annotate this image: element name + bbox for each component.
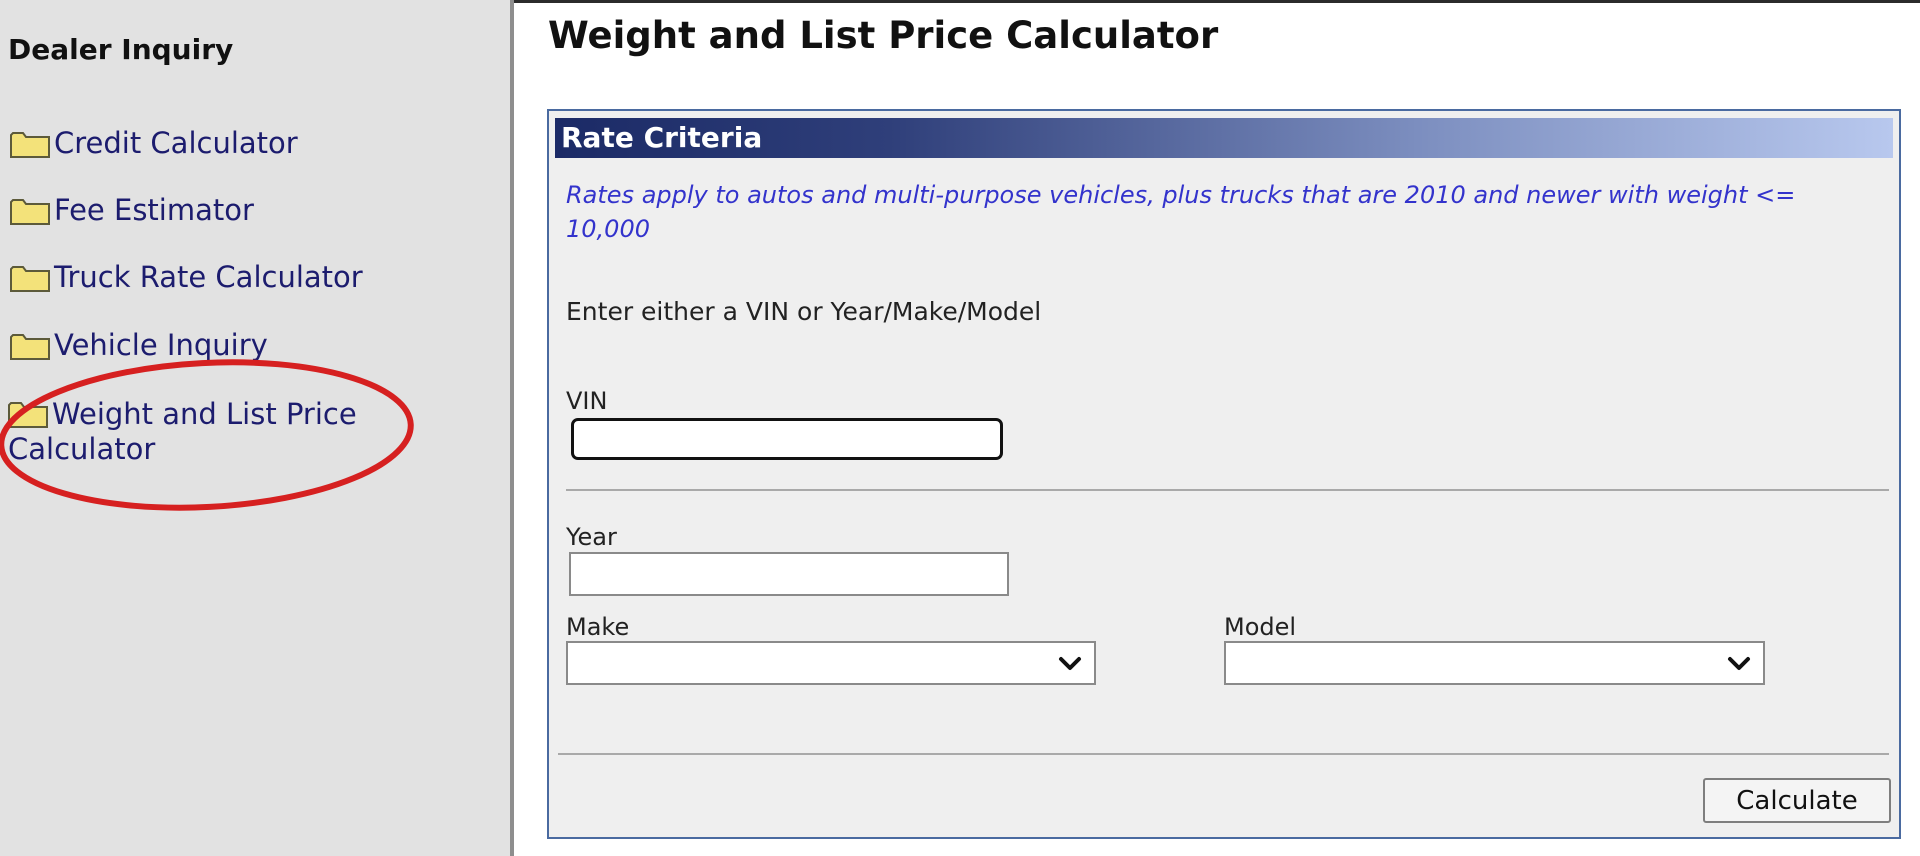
sidebar-item-label: Credit Calculator (54, 126, 298, 160)
panel-header: Rate Criteria (555, 118, 1893, 158)
model-select[interactable] (1224, 641, 1765, 685)
sidebar-item-weight-list-price-calculator[interactable]: Weight and List Price Calculator (8, 396, 428, 467)
sidebar-item-truck-rate-calculator[interactable]: Truck Rate Calculator (10, 260, 363, 294)
sidebar-item-label: Vehicle Inquiry (54, 328, 268, 362)
sidebar-item-credit-calculator[interactable]: Credit Calculator (10, 126, 298, 160)
folder-icon (8, 402, 48, 428)
page-title: Weight and List Price Calculator (548, 14, 1219, 57)
model-label: Model (1224, 613, 1297, 641)
make-label: Make (566, 613, 630, 641)
calculate-button[interactable]: Calculate (1703, 778, 1891, 823)
year-label: Year (566, 523, 617, 551)
divider (558, 753, 1889, 755)
rate-criteria-panel: Rate Criteria Rates apply to autos and m… (547, 109, 1901, 839)
sidebar-item-vehicle-inquiry[interactable]: Vehicle Inquiry (10, 328, 268, 362)
divider (566, 489, 1889, 491)
year-input[interactable] (569, 552, 1009, 596)
sidebar-title: Dealer Inquiry (8, 33, 234, 66)
sidebar-item-label: Truck Rate Calculator (54, 260, 363, 294)
instruction-text: Enter either a VIN or Year/Make/Model (566, 297, 1042, 326)
vin-input[interactable] (571, 418, 1003, 460)
sidebar-item-label: Fee Estimator (54, 193, 254, 227)
folder-icon (10, 266, 50, 292)
folder-icon (10, 132, 50, 158)
vin-label: VIN (566, 387, 608, 415)
folder-icon (10, 199, 50, 225)
folder-icon (10, 334, 50, 360)
sidebar-item-label: Weight and List Price Calculator (8, 397, 357, 466)
make-select[interactable] (566, 641, 1096, 685)
chevron-down-icon (1728, 657, 1750, 670)
sidebar-item-fee-estimator[interactable]: Fee Estimator (10, 193, 254, 227)
sidebar: Dealer Inquiry Credit Calculator Fee Est… (0, 0, 514, 856)
rates-note: Rates apply to autos and multi-purpose v… (566, 181, 1796, 243)
chevron-down-icon (1059, 657, 1081, 670)
